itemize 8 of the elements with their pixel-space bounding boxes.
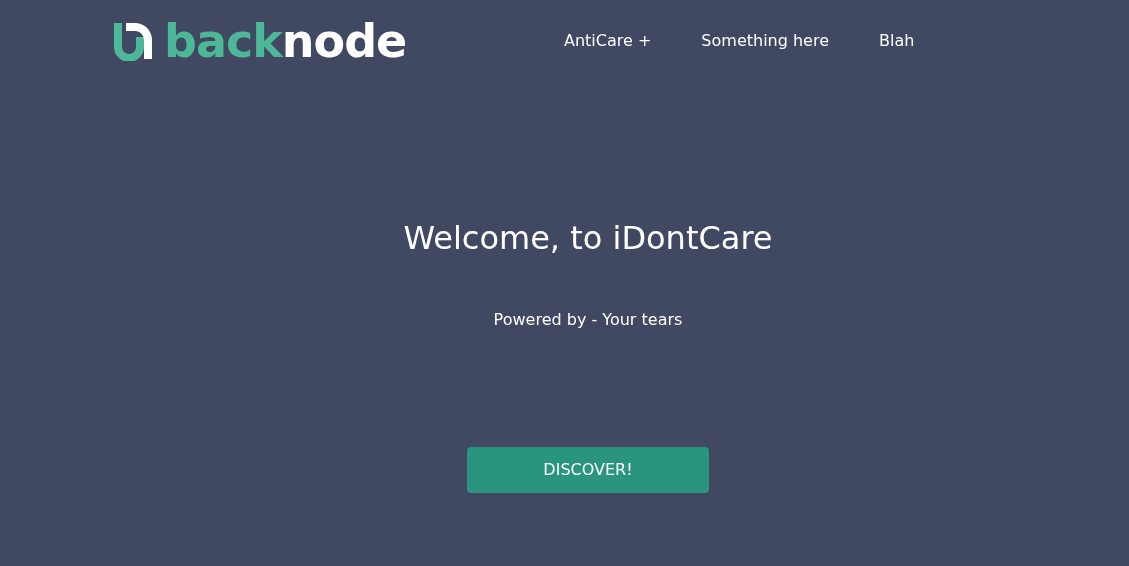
- hero-subtitle: Powered by - Your tears: [493, 309, 683, 331]
- hero-title: Welcome, to iDontCare: [403, 222, 773, 254]
- discover-button[interactable]: DISCOVER!: [467, 447, 709, 493]
- logo-icon: [112, 21, 154, 61]
- logo-wordmark: backnode: [164, 18, 407, 64]
- nav-link[interactable]: Something here: [701, 29, 829, 53]
- nav-link[interactable]: Blah: [879, 29, 915, 53]
- nav-link[interactable]: AntiCare +: [564, 29, 652, 53]
